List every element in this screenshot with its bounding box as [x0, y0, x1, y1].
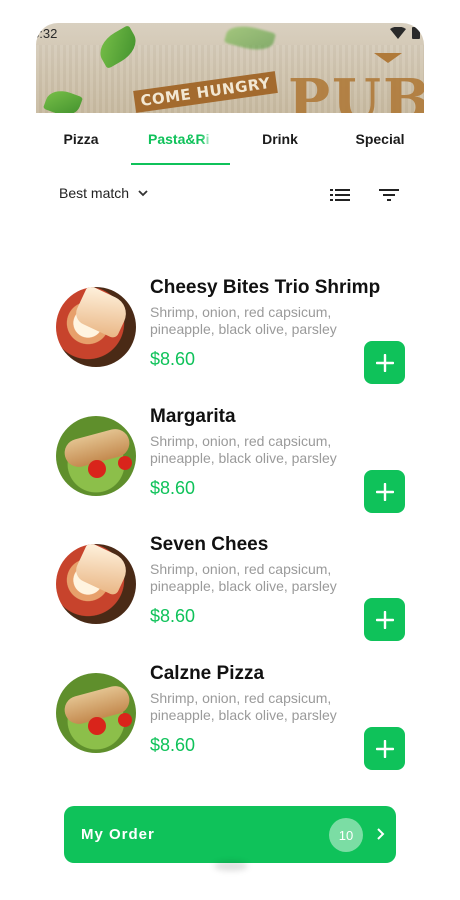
- tab-fade: [201, 113, 213, 159]
- battery-icon: [412, 27, 420, 39]
- status-time: 3:32: [36, 25, 58, 41]
- item-price: $8.60: [150, 606, 196, 626]
- app-screen: COME HUNGRY PUB 3:32 Pizza Pasta&Ri Drin…: [36, 23, 424, 900]
- item-name: Calzne Pizza: [150, 663, 265, 684]
- list-item[interactable]: Margarita Shrimp, onion, red capsicum, p…: [36, 406, 424, 534]
- list-item[interactable]: Calzne Pizza Shrimp, onion, red capsicum…: [36, 663, 424, 791]
- item-name: Cheesy Bites Trio Shrimp: [150, 277, 381, 298]
- tab-pizza[interactable]: Pizza: [36, 113, 126, 165]
- chevron-right-icon: [377, 828, 385, 840]
- item-description: Shrimp, onion, red capsicum, pineapple, …: [150, 690, 337, 723]
- food-image: [56, 416, 136, 496]
- food-image: [56, 287, 136, 367]
- button-shadow: [214, 861, 248, 871]
- item-name: Margarita: [150, 406, 236, 427]
- plus-icon: [375, 739, 394, 758]
- tab-special[interactable]: Special: [330, 113, 424, 165]
- banner-headline: PUB: [288, 67, 424, 113]
- tab-pasta-rice[interactable]: Pasta&Ri: [131, 113, 211, 165]
- sort-label: Best match: [59, 185, 130, 201]
- plus-icon: [375, 610, 394, 629]
- banner-arrow-decoration: [374, 53, 402, 63]
- food-image: [56, 673, 136, 753]
- status-bar: 3:32: [36, 23, 424, 43]
- add-to-order-button[interactable]: [364, 727, 405, 770]
- food-image: [56, 544, 136, 624]
- add-to-order-button[interactable]: [364, 470, 405, 513]
- sort-dropdown[interactable]: Best match: [59, 185, 149, 201]
- status-icons: [390, 27, 420, 39]
- item-description: Shrimp, onion, red capsicum, pineapple, …: [150, 304, 337, 337]
- chevron-down-icon: [138, 190, 148, 197]
- list-view-button[interactable]: [328, 183, 352, 207]
- list-item[interactable]: Seven Chees Shrimp, onion, red capsicum,…: [36, 534, 424, 662]
- filter-button[interactable]: [377, 183, 401, 207]
- item-price: $8.60: [150, 735, 196, 755]
- list-view-icon: [330, 189, 350, 201]
- item-description: Shrimp, onion, red capsicum, pineapple, …: [150, 433, 337, 466]
- plus-icon: [375, 353, 394, 372]
- promo-banner[interactable]: COME HUNGRY PUB 3:32: [36, 23, 424, 113]
- order-count-badge: 10: [329, 818, 363, 852]
- my-order-button[interactable]: My Order 10: [64, 806, 396, 863]
- item-name: Seven Chees: [150, 534, 269, 555]
- item-description: Shrimp, onion, red capsicum, pineapple, …: [150, 561, 337, 594]
- item-price: $8.60: [150, 349, 196, 369]
- add-to-order-button[interactable]: [364, 341, 405, 384]
- sort-toolbar: Best match: [36, 165, 424, 235]
- tab-drink[interactable]: Drink: [230, 113, 330, 165]
- item-price: $8.60: [150, 478, 196, 498]
- my-order-label: My Order: [81, 826, 155, 843]
- add-to-order-button[interactable]: [364, 598, 405, 641]
- wifi-icon: [390, 27, 406, 39]
- plus-icon: [375, 482, 394, 501]
- category-tabs: Pizza Pasta&Ri Drink Special: [36, 113, 424, 165]
- list-item[interactable]: Cheesy Bites Trio Shrimp Shrimp, onion, …: [36, 277, 424, 405]
- filter-icon: [379, 189, 399, 201]
